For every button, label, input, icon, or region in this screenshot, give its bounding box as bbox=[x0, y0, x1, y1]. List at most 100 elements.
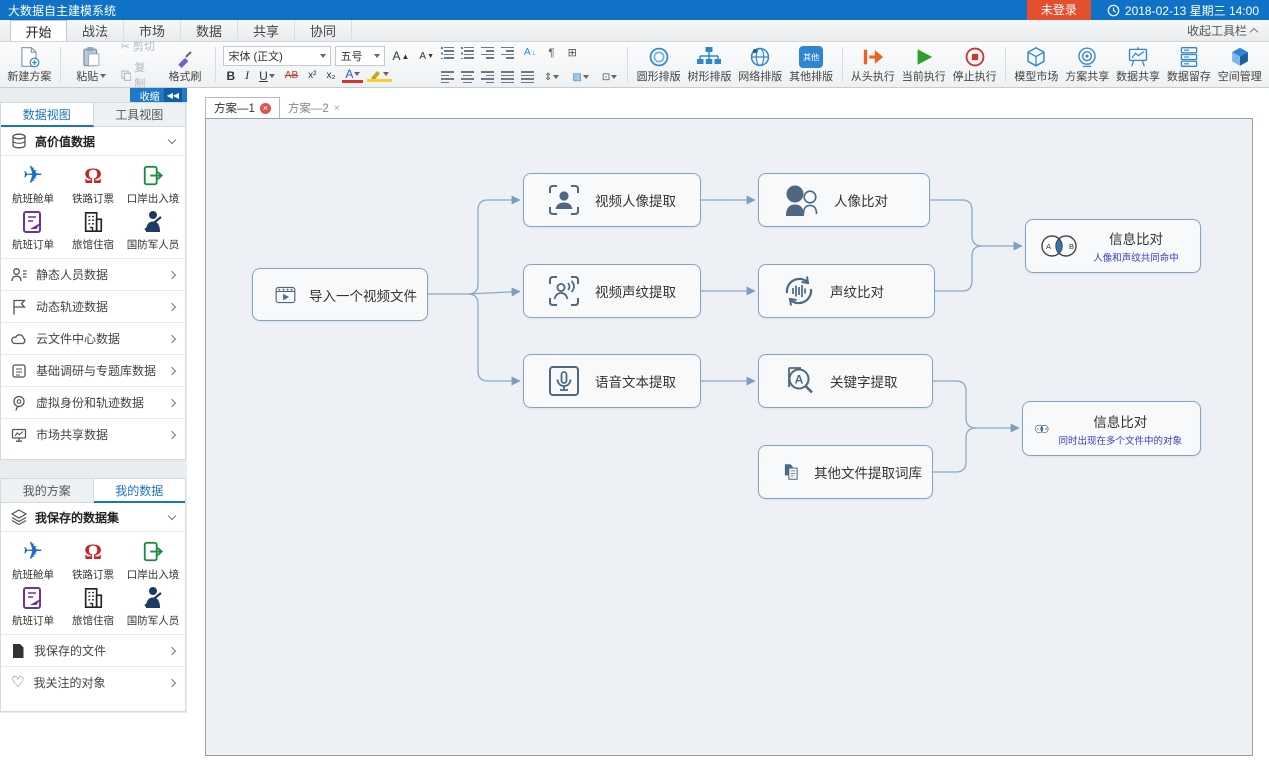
sidebar-collapse-button[interactable]: 收缩 ◀◀ bbox=[130, 88, 187, 102]
table-grid-button[interactable]: ⊞ bbox=[565, 46, 580, 59]
font-color-button[interactable]: A bbox=[342, 69, 363, 83]
decrease-indent-button[interactable] bbox=[481, 47, 494, 59]
new-plan-button[interactable]: 新建方案 bbox=[4, 44, 55, 85]
dataset-hotel-stay[interactable]: 旅馆住宿 bbox=[63, 206, 123, 252]
circle-layout-button[interactable]: 圆形排版 bbox=[633, 44, 684, 85]
close-tab-icon[interactable]: × bbox=[260, 103, 271, 114]
category-cloud-file-center[interactable]: 云文件中心数据 bbox=[1, 322, 185, 354]
node-keyword-extract[interactable]: A 关键字提取 bbox=[758, 354, 933, 408]
format-painter-button[interactable]: 格式刷 bbox=[160, 44, 211, 85]
node-speech-to-text[interactable]: 语音文本提取 bbox=[523, 354, 701, 408]
tab-tool-view[interactable]: 工具视图 bbox=[94, 103, 186, 127]
tab-my-data[interactable]: 我的数据 bbox=[94, 479, 186, 503]
dataset-flight-manifest[interactable]: ✈ 航班舱单 bbox=[3, 160, 63, 206]
run-from-start-button[interactable]: 从头执行 bbox=[848, 44, 899, 85]
menu-tab-collab[interactable]: 协同 bbox=[295, 20, 352, 41]
category-virtual-identity[interactable]: 虚拟身份和轨迹数据 bbox=[1, 386, 185, 418]
node-face-compare[interactable]: 人像比对 bbox=[758, 173, 930, 227]
align-left-button[interactable] bbox=[441, 71, 454, 83]
numbered-list-button[interactable] bbox=[461, 47, 474, 59]
strikethrough-button[interactable]: AB bbox=[282, 70, 301, 81]
tab-my-plans[interactable]: 我的方案 bbox=[1, 479, 94, 503]
category-market-shared[interactable]: 市场共享数据 bbox=[1, 418, 185, 450]
bullet-list-button[interactable] bbox=[441, 47, 454, 59]
dataset-military-personnel[interactable]: 国防军人员 bbox=[123, 206, 183, 252]
dataset-flight-order[interactable]: 航班订单 bbox=[3, 206, 63, 252]
model-market-button[interactable]: 模型市场 bbox=[1011, 44, 1062, 85]
node-voiceprint-compare[interactable]: 声纹比对 bbox=[758, 264, 935, 318]
node-other-files-lexicon[interactable]: 其他文件提取词库 bbox=[758, 445, 933, 499]
shading-button[interactable]: ▨ bbox=[569, 72, 591, 83]
font-size-select[interactable]: 五号 bbox=[335, 46, 385, 66]
increase-indent-button[interactable] bbox=[501, 47, 514, 59]
tab-data-view[interactable]: 数据视图 bbox=[1, 103, 94, 127]
file-icon bbox=[11, 643, 25, 659]
plan-tab-1[interactable]: 方案—1 × bbox=[205, 97, 280, 118]
subscript-button[interactable]: x₂ bbox=[323, 70, 338, 81]
underline-button[interactable]: U bbox=[256, 69, 278, 83]
node-info-compare-2[interactable]: A B 信息比对 同时出现在多个文件中的对象 bbox=[1022, 401, 1201, 456]
cut-button[interactable]: ✂ 剪切 bbox=[117, 37, 160, 55]
align-right-button[interactable] bbox=[481, 71, 494, 83]
grow-font-button[interactable]: A▲ bbox=[389, 49, 412, 63]
other-layout-icon: 其他 bbox=[799, 46, 823, 68]
close-tab-icon[interactable]: × bbox=[334, 103, 340, 114]
borders-button[interactable]: ⊡ bbox=[599, 72, 620, 83]
my-followed-objects[interactable]: ♡ 我关注的对象 bbox=[1, 666, 185, 698]
section-high-value-data[interactable]: 高价值数据 bbox=[1, 127, 185, 156]
tree-layout-button[interactable]: 树形排版 bbox=[684, 44, 735, 85]
italic-button[interactable]: I bbox=[242, 68, 252, 83]
menu-tab-start[interactable]: 开始 bbox=[10, 20, 67, 41]
soldier-icon bbox=[142, 586, 164, 610]
category-dynamic-trajectory[interactable]: 动态轨迹数据 bbox=[1, 290, 185, 322]
run-current-button[interactable]: 当前执行 bbox=[898, 44, 949, 85]
justify-button[interactable] bbox=[501, 71, 514, 83]
paste-button[interactable]: 粘贴 bbox=[66, 44, 117, 85]
svg-text:B: B bbox=[1046, 427, 1048, 431]
data-share-button[interactable]: 数据共享 bbox=[1113, 44, 1164, 85]
font-family-select[interactable]: 宋体 (正文) bbox=[223, 46, 331, 66]
dataset-rail-ticket[interactable]: Ω 铁路订票 bbox=[63, 536, 123, 582]
menu-tab-share[interactable]: 共享 bbox=[238, 20, 295, 41]
space-management-button[interactable]: 空间管理 bbox=[1214, 44, 1265, 85]
stop-execution-button[interactable]: 停止执行 bbox=[949, 44, 1000, 85]
align-center-button[interactable] bbox=[461, 71, 474, 83]
other-layout-button[interactable]: 其他 其他排版 bbox=[786, 44, 837, 85]
dataset-border-entry[interactable]: 口岸出入境 bbox=[123, 160, 183, 206]
category-research-thematic[interactable]: 基础调研与专题库数据 bbox=[1, 354, 185, 386]
my-saved-files[interactable]: 我保存的文件 bbox=[1, 634, 185, 666]
paragraph-mark-button[interactable]: ¶ bbox=[546, 47, 558, 59]
dataset-hotel-stay[interactable]: 旅馆住宿 bbox=[63, 582, 123, 628]
face-scan-icon bbox=[546, 182, 582, 218]
highlight-button[interactable] bbox=[367, 69, 392, 82]
dataset-rail-ticket[interactable]: Ω 铁路订票 bbox=[63, 160, 123, 206]
flowchart-canvas[interactable]: 导入一个视频文件 视频人像提取 视频声纹提取 bbox=[205, 118, 1253, 756]
menu-tab-tactics[interactable]: 战法 bbox=[67, 20, 124, 41]
collapse-toolbar-button[interactable]: 收起工具栏 bbox=[1187, 20, 1269, 41]
cloud-icon bbox=[11, 331, 27, 347]
bold-button[interactable]: B bbox=[223, 69, 238, 83]
category-static-personnel[interactable]: 静态人员数据 bbox=[1, 258, 185, 290]
line-spacing-button[interactable]: ⇕ bbox=[541, 72, 562, 83]
node-video-face-extract[interactable]: 视频人像提取 bbox=[523, 173, 701, 227]
ribbon-separator bbox=[1005, 47, 1006, 82]
shrink-font-button[interactable]: A▼ bbox=[416, 51, 437, 62]
plan-share-button[interactable]: 方案共享 bbox=[1062, 44, 1113, 85]
login-status-badge[interactable]: 未登录 bbox=[1027, 0, 1091, 20]
dataset-military-personnel[interactable]: 国防军人员 bbox=[123, 582, 183, 628]
superscript-button[interactable]: x² bbox=[305, 70, 319, 81]
distribute-button[interactable] bbox=[521, 71, 534, 83]
dataset-border-entry[interactable]: 口岸出入境 bbox=[123, 536, 183, 582]
node-info-compare-1[interactable]: A B 信息比对 人像和声纹共同命中 bbox=[1025, 219, 1201, 273]
dataset-flight-order[interactable]: 航班订单 bbox=[3, 582, 63, 628]
dataset-flight-manifest[interactable]: ✈ 航班舱单 bbox=[3, 536, 63, 582]
node-video-voiceprint-extract[interactable]: 视频声纹提取 bbox=[523, 264, 701, 318]
node-subtitle: 同时出现在多个文件中的对象 bbox=[1058, 433, 1182, 447]
section-saved-datasets[interactable]: 我保存的数据集 bbox=[1, 503, 185, 532]
data-retention-button[interactable]: 数据留存 bbox=[1163, 44, 1214, 85]
node-import-video[interactable]: 导入一个视频文件 bbox=[252, 268, 428, 321]
sort-button[interactable]: A↓ bbox=[521, 47, 539, 58]
menu-tab-data[interactable]: 数据 bbox=[181, 20, 238, 41]
network-layout-button[interactable]: 网络排版 bbox=[735, 44, 786, 85]
plan-tab-2[interactable]: 方案—2 × bbox=[280, 98, 348, 118]
